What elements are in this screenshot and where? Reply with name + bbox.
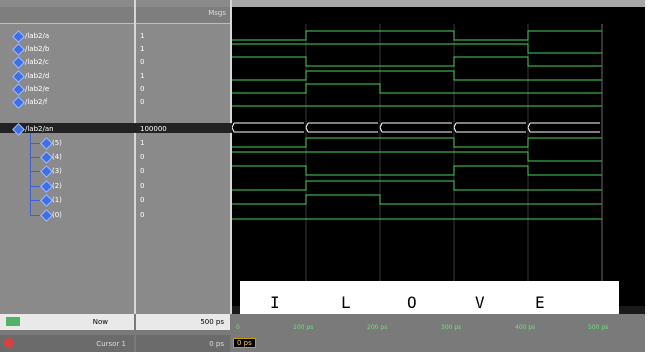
signal-waveform [232,151,602,162]
signal-value: 0 [140,58,145,66]
signal-waveform [232,83,602,94]
signal-name[interactable]: (4) [52,151,62,163]
cursor-value: 0 ps [209,340,224,348]
signal-values-panel: Msgs [136,0,230,352]
names-header [0,7,134,24]
now-value-cell: 500 ps [136,314,230,330]
overlay-letter-v: V [475,293,485,312]
tree-line [30,157,40,158]
signal-name[interactable]: (2) [52,180,62,192]
signal-value: 0 [140,85,145,93]
now-label: Now [92,318,108,326]
signal-waveform [232,70,602,81]
signal-value: 1 [140,45,145,53]
msgs-label: Msgs [208,9,226,17]
signal-waveform [232,137,602,148]
tree-line [30,215,40,216]
tree-trunk [30,133,31,215]
overlay-letter-o: O [407,293,417,312]
signal-name[interactable]: (1) [52,194,62,206]
signal-name[interactable]: /lab2/e [25,83,49,95]
cursor-cell[interactable]: Cursor 1 [0,335,134,352]
overlay-letter-i: I [270,293,280,312]
now-value: 500 ps [200,318,224,326]
cursor-delete-icon[interactable] [4,338,14,348]
time-tick-4: 400 ps [515,324,536,331]
signal-value: 0 [140,153,145,161]
time-tick-0: 0 [236,324,240,331]
signal-value: 1 [140,32,145,40]
time-tick-2: 200 ps [367,324,388,331]
signal-value: 1 [140,139,145,147]
now-icon [6,317,20,326]
signal-waveform [232,43,602,54]
tree-line [30,143,40,144]
signal-name[interactable]: /lab2/c [25,56,49,68]
waveform-canvas[interactable] [232,24,645,314]
time-tick-1: 100 ps [293,324,314,331]
overlay-letter-e: E [535,293,545,312]
signal-waveform [232,194,602,205]
signal-name[interactable]: /lab2/f [25,96,47,108]
signal-value: 100000 [140,125,167,133]
signal-value: 0 [140,98,145,106]
now-cell: Now [0,314,134,330]
overlay-letter-l: L [341,293,351,312]
wave-header [232,7,645,24]
cursor-label: Cursor 1 [96,340,126,348]
signal-name[interactable]: (3) [52,165,62,177]
status-footer: Now 500 ps Cursor 1 0 ps [0,314,645,352]
signal-name[interactable]: /lab2/a [25,30,49,42]
tree-line [30,171,40,172]
signal-value: 0 [140,196,145,204]
signal-waveform [232,165,602,176]
signal-name[interactable]: /lab2/b [25,43,49,55]
signal-value: 0 [140,167,145,175]
cursor-marker[interactable]: 0 ps [233,338,256,348]
signal-name[interactable]: (5) [52,137,62,149]
signal-waveform [232,56,602,67]
cursor-value-cell: 0 ps [136,335,230,352]
tree-line [30,186,40,187]
signal-value: 1 [140,72,145,80]
bus-waveform [232,122,600,133]
values-header: Msgs [136,7,230,24]
signal-name[interactable]: (0) [52,209,62,221]
signal-waveform [232,180,602,191]
time-tick-3: 300 ps [441,324,462,331]
signal-value: 0 [140,182,145,190]
wave-window: Msgs /lab2/a 1/lab2/b 1/lab2/c 0/lab2/d 1/la… [0,0,645,352]
signal-value: 0 [140,211,145,219]
signal-name[interactable]: /lab2/d [25,70,49,82]
time-tick-5: 500 ps [588,324,609,331]
signal-waveform [232,30,602,41]
tree-line [30,200,40,201]
